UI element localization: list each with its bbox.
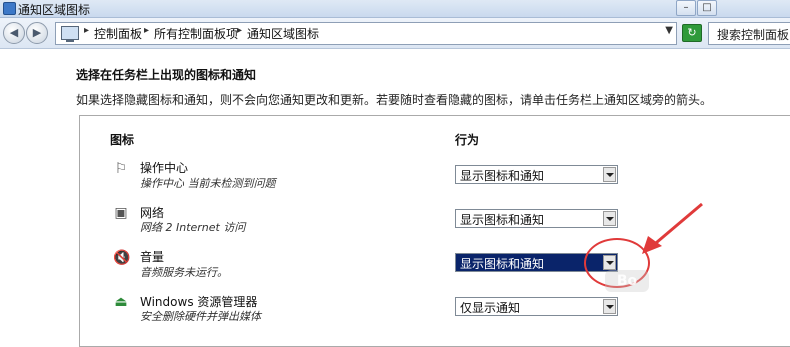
row-status: 网络 2 Internet 访问 [140,221,246,234]
breadcrumb-all-items[interactable]: 所有控制面板项 [154,25,238,42]
maximize-button[interactable]: □ [697,0,717,16]
breadcrumb-separator-icon[interactable]: ▸ [237,25,242,36]
behavior-select-action-center[interactable]: 显示图标和通知 [455,165,618,184]
breadcrumb-control-panel[interactable]: 控制面板 [94,25,142,42]
behavior-select-explorer[interactable]: 仅显示通知 [455,297,618,316]
flag-icon: ⚐ [114,161,128,177]
forward-button[interactable]: ▶ [26,22,48,44]
row-name: 音量 [140,250,165,264]
dropdown-arrow-icon[interactable] [603,167,616,182]
select-value: 仅显示通知 [460,301,521,315]
address-bar[interactable]: ▸ 控制面板 ▸ 所有控制面板项 ▸ 通知区域图标 ▼ [55,22,677,45]
minimize-button[interactable]: – [676,0,696,16]
select-value: 显示图标和通知 [460,257,545,271]
row-status: 安全删除硬件并弹出媒体 [140,310,261,323]
network-icon: ▣ [114,205,128,221]
select-value: 显示图标和通知 [460,169,545,183]
dropdown-arrow-icon[interactable] [603,299,616,314]
navigation-bar: ◀ ▶ ▸ 控制面板 ▸ 所有控制面板项 ▸ 通知区域图标 ▼ ↻ 搜索控制面板 [0,18,790,49]
back-arrow-icon: ◀ [9,26,19,39]
search-input[interactable]: 搜索控制面板 [708,22,790,45]
control-panel-icon [61,26,79,42]
column-header-icon: 图标 [110,133,135,147]
select-value: 显示图标和通知 [460,213,545,227]
page-heading: 选择在任务栏上出现的图标和通知 [76,68,257,82]
search-placeholder: 搜索控制面板 [717,28,790,42]
column-header-behavior: 行为 [455,133,480,147]
title-bar: 通知区域图标 – □ [0,0,790,18]
behavior-select-network[interactable]: 显示图标和通知 [455,209,618,228]
usb-eject-icon: ⏏ [114,294,128,310]
breadcrumb-separator-icon[interactable]: ▸ [144,25,149,36]
address-dropdown-icon[interactable]: ▼ [665,25,673,36]
row-status: 操作中心 当前未检测到问题 [140,177,276,190]
breadcrumb-notification-icons[interactable]: 通知区域图标 [247,25,319,42]
speaker-muted-icon: 🔇 [113,250,131,266]
refresh-button[interactable]: ↻ [682,24,702,42]
watermark-logo: Bo [605,270,649,292]
window-title: 通知区域图标 [18,3,91,17]
row-name: 操作中心 [140,161,189,175]
annotation-arrow-icon [642,202,703,254]
page-description: 如果选择隐藏图标和通知，则不会向您通知更改和更新。若要随时查看隐藏的图标，请单击… [76,93,713,107]
forward-arrow-icon: ▶ [32,26,42,39]
window-icon [3,2,16,15]
dropdown-arrow-icon[interactable] [603,211,616,226]
back-button[interactable]: ◀ [3,22,25,44]
breadcrumb-separator-icon[interactable]: ▸ [84,25,89,36]
row-status: 音频服务未运行。 [140,266,228,279]
